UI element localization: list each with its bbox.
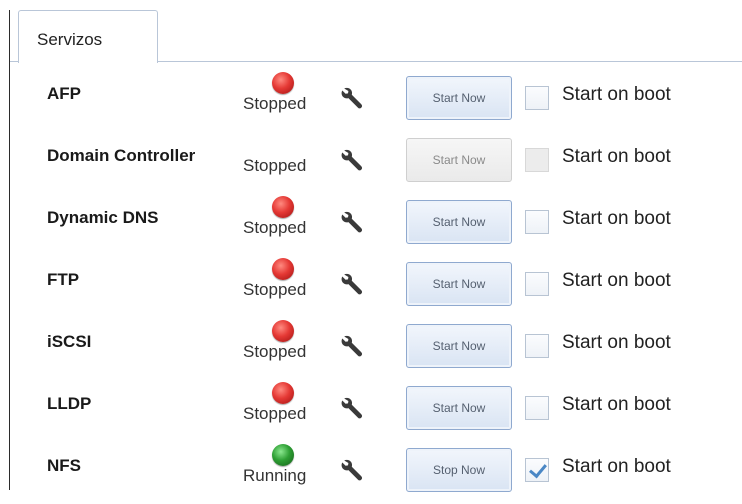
service-action-button[interactable]: Start Now (406, 324, 512, 368)
start-on-boot-label: Start on boot (562, 84, 671, 105)
status-text: Stopped (243, 280, 307, 299)
service-action-button[interactable]: Start Now (406, 200, 512, 244)
service-status: Running (240, 442, 326, 504)
service-name: AFP (47, 84, 81, 103)
start-on-boot-checkbox[interactable] (525, 458, 549, 482)
services-panel: Servizos AFP Stopped Start Now Start on … (9, 10, 742, 492)
wrench-icon[interactable] (340, 272, 364, 296)
tab-label: Servizos (37, 30, 103, 49)
service-name: Dynamic DNS (47, 208, 159, 227)
status-indicator-icon (272, 320, 294, 342)
wrench-icon[interactable] (340, 334, 364, 358)
start-on-boot-checkbox[interactable] (525, 272, 549, 296)
start-on-boot-checkbox (525, 148, 549, 172)
wrench-icon[interactable] (340, 210, 364, 234)
service-status: Stopped (240, 132, 326, 194)
service-name: NFS (47, 456, 81, 475)
start-on-boot-label: Start on boot (562, 332, 671, 353)
service-name: Domain Controller (47, 146, 196, 165)
service-name: LLDP (47, 394, 92, 413)
start-on-boot-checkbox[interactable] (525, 210, 549, 234)
service-status: Stopped (240, 380, 326, 442)
service-action-button: Start Now (406, 138, 512, 182)
status-text: Stopped (243, 94, 307, 113)
start-on-boot-checkbox[interactable] (525, 396, 549, 420)
tab-servizos[interactable]: Servizos (18, 10, 158, 63)
service-row-nfs: NFS Running Stop Now Start on boot (10, 442, 742, 504)
service-name: FTP (47, 270, 80, 289)
wrench-icon[interactable] (340, 396, 364, 420)
status-text: Stopped (243, 156, 307, 175)
start-on-boot-label: Start on boot (562, 394, 671, 415)
start-on-boot-label: Start on boot (562, 270, 671, 291)
service-status: Stopped (240, 318, 326, 380)
status-indicator-icon (272, 72, 294, 94)
service-row-iscsi: iSCSI Stopped Start Now Start on boot (10, 318, 742, 380)
service-row-afp: AFP Stopped Start Now Start on boot (10, 70, 742, 132)
start-on-boot-label: Start on boot (562, 146, 671, 167)
service-action-button[interactable]: Start Now (406, 386, 512, 430)
service-status: Stopped (240, 194, 326, 256)
service-action-button[interactable]: Stop Now (406, 448, 512, 492)
status-indicator-icon (272, 444, 294, 466)
status-text: Stopped (243, 342, 307, 361)
tab-bar: Servizos (10, 10, 742, 63)
status-text: Running (243, 466, 307, 485)
status-text: Stopped (243, 218, 307, 237)
service-row-ftp: FTP Stopped Start Now Start on boot (10, 256, 742, 318)
service-row-domain-controller: Domain Controller Stopped Start Now Star… (10, 132, 742, 194)
service-row-lldp: LLDP Stopped Start Now Start on boot (10, 380, 742, 442)
start-on-boot-label: Start on boot (562, 208, 671, 229)
service-action-button[interactable]: Start Now (406, 76, 512, 120)
wrench-icon[interactable] (340, 148, 364, 172)
status-text: Stopped (243, 404, 307, 423)
window-top (0, 0, 742, 8)
start-on-boot-checkbox[interactable] (525, 334, 549, 358)
status-indicator-icon (272, 258, 294, 280)
wrench-icon[interactable] (340, 458, 364, 482)
start-on-boot-checkbox[interactable] (525, 86, 549, 110)
start-on-boot-label: Start on boot (562, 456, 671, 477)
status-indicator-icon (272, 196, 294, 218)
service-action-button[interactable]: Start Now (406, 262, 512, 306)
service-row-dynamic-dns: Dynamic DNS Stopped Start Now Start on b… (10, 194, 742, 256)
status-indicator-icon (272, 382, 294, 404)
wrench-icon[interactable] (340, 86, 364, 110)
service-status: Stopped (240, 70, 326, 132)
service-name: iSCSI (47, 332, 92, 351)
service-status: Stopped (240, 256, 326, 318)
